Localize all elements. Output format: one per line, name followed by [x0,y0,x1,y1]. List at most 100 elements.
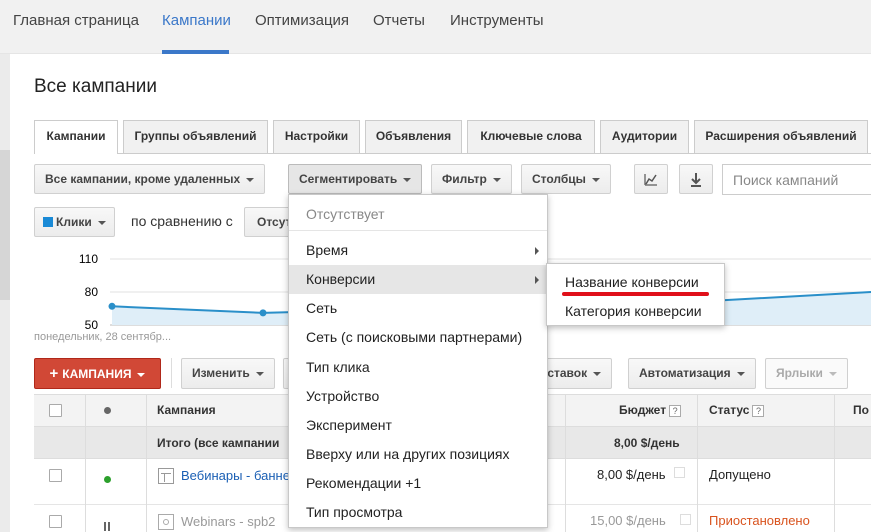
labels-label: Ярлыки [776,366,823,380]
series-color-swatch [43,217,53,227]
menu-item-label: Конверсии [306,271,376,287]
add-campaign-button[interactable]: + КАМПАНИЯ [34,358,161,389]
menu-divider [289,230,547,231]
column-header-status[interactable]: Статус? [709,403,765,417]
columns-label: Столбцы [532,172,586,186]
tab-audiences[interactable]: Аудитории [600,120,689,153]
menu-item-top-vs-other[interactable]: Вверху или на других позициях [289,440,547,469]
campaign-filter-dropdown[interactable]: Все кампании, кроме удаленных [34,164,266,194]
metric-label: Клики [56,215,92,229]
highlight-underline [562,292,709,296]
chevron-down-icon [246,177,255,182]
chevron-right-icon [535,276,539,284]
submenu-item-conversion-category[interactable]: Категория конверсии [547,297,724,326]
y-tick-label: 80 [85,285,99,299]
filter-button[interactable]: Фильтр [431,164,512,194]
column-divider [834,394,835,532]
menu-item-experiment[interactable]: Эксперимент [289,411,547,440]
total-label: Итого (все кампании [157,436,280,450]
chart-x-label: понедельник, 28 сентябр... [34,331,172,343]
column-header-more[interactable]: По [853,403,869,417]
download-button[interactable] [679,164,713,194]
menu-item-plus-one[interactable]: Рекомендации +1 [289,469,547,498]
data-point[interactable] [259,309,267,317]
download-icon [691,173,701,187]
column-header-campaign[interactable]: Кампания [157,403,216,417]
row-checkbox[interactable] [49,469,62,482]
tab-settings[interactable]: Настройки [273,120,360,153]
menu-item-view-type[interactable]: Тип просмотра [289,498,547,527]
nav-active-indicator [162,50,229,54]
column-divider [697,394,698,532]
chevron-down-icon [591,177,600,182]
segment-button[interactable]: Сегментировать [288,164,423,194]
edit-budget-icon[interactable] [674,467,685,478]
divider [171,358,172,388]
chevron-right-icon [535,247,539,255]
paused-status-icon[interactable] [104,522,111,531]
edit-label: Изменить [192,366,250,380]
display-campaign-icon [158,468,174,484]
nav-campaigns[interactable]: Кампании [162,12,231,29]
compare-label: по сравнению с [131,213,233,229]
y-tick-label: 110 [79,252,98,266]
chevron-down-icon [492,177,501,182]
y-tick-label: 50 [85,318,99,332]
nav-optimization[interactable]: Оптимизация [255,12,349,29]
status-header-label: Статус [709,403,750,417]
tab-keywords[interactable]: Ключевые слова [467,120,595,153]
compare-dropdown[interactable]: Отсут [244,207,290,237]
menu-item-label: Время [306,242,349,258]
tab-ads[interactable]: Объявления [365,120,462,153]
automation-label: Автоматизация [639,366,731,380]
select-all-checkbox[interactable] [49,404,62,417]
enabled-status-dot[interactable] [104,476,111,483]
campaign-status: Приостановлено [709,513,810,528]
menu-item-click-type[interactable]: Тип клика [289,353,547,382]
campaign-name-link[interactable]: Webinars - spb2 [181,514,275,529]
chevron-down-icon [736,371,745,376]
chevron-down-icon [403,177,412,182]
campaign-budget: 8,00 $/день [597,467,666,482]
menu-item-none[interactable]: Отсутствует [289,200,547,229]
labels-button[interactable]: Ярлыки [765,358,848,389]
metric-dropdown[interactable]: Клики [34,207,115,237]
tab-ad-extensions[interactable]: Расширения объявлений [694,120,868,153]
tab-ad-groups[interactable]: Группы объявлений [123,120,268,153]
campaign-name-link[interactable]: Вебинары - банне [181,468,290,483]
chart-toggle-button[interactable] [634,164,668,194]
data-point[interactable] [108,302,116,310]
chevron-down-icon [593,371,602,376]
help-icon[interactable]: ? [752,404,765,417]
column-header-budget[interactable]: Бюджет? [619,403,682,417]
edit-button[interactable]: Изменить [181,358,275,389]
menu-item-conversions[interactable]: Конверсии [289,265,547,294]
left-scrollbar-thumb[interactable] [0,150,10,300]
column-divider [146,394,147,532]
menu-item-device[interactable]: Устройство [289,382,547,411]
add-campaign-label: КАМПАНИЯ [62,367,132,381]
filter-label: Фильтр [442,172,487,186]
total-budget: 8,00 $/день [614,436,680,450]
nav-home[interactable]: Главная страница [13,12,139,29]
status-column-icon [104,407,111,414]
automation-button[interactable]: Автоматизация [628,358,756,389]
tab-baseline [34,153,871,154]
campaign-status: Допущено [709,467,771,482]
menu-item-time[interactable]: Время [289,236,547,265]
nav-reports[interactable]: Отчеты [373,12,425,29]
menu-item-network[interactable]: Сеть [289,294,547,323]
help-icon[interactable]: ? [669,404,682,417]
segment-menu: Отсутствует Время Конверсии Сеть Сеть (с… [288,194,548,528]
edit-budget-icon[interactable] [680,514,691,525]
search-input[interactable] [722,164,871,195]
page-title: Все кампании [34,76,157,97]
segment-label: Сегментировать [299,172,398,186]
menu-item-network-search-partners[interactable]: Сеть (с поисковыми партнерами) [289,323,547,352]
chevron-down-icon [97,220,106,225]
tab-campaigns[interactable]: Кампании [34,120,118,154]
row-checkbox[interactable] [49,515,62,528]
nav-tools[interactable]: Инструменты [450,12,544,29]
campaign-filter-label: Все кампании, кроме удаленных [45,172,241,186]
columns-button[interactable]: Столбцы [521,164,611,194]
